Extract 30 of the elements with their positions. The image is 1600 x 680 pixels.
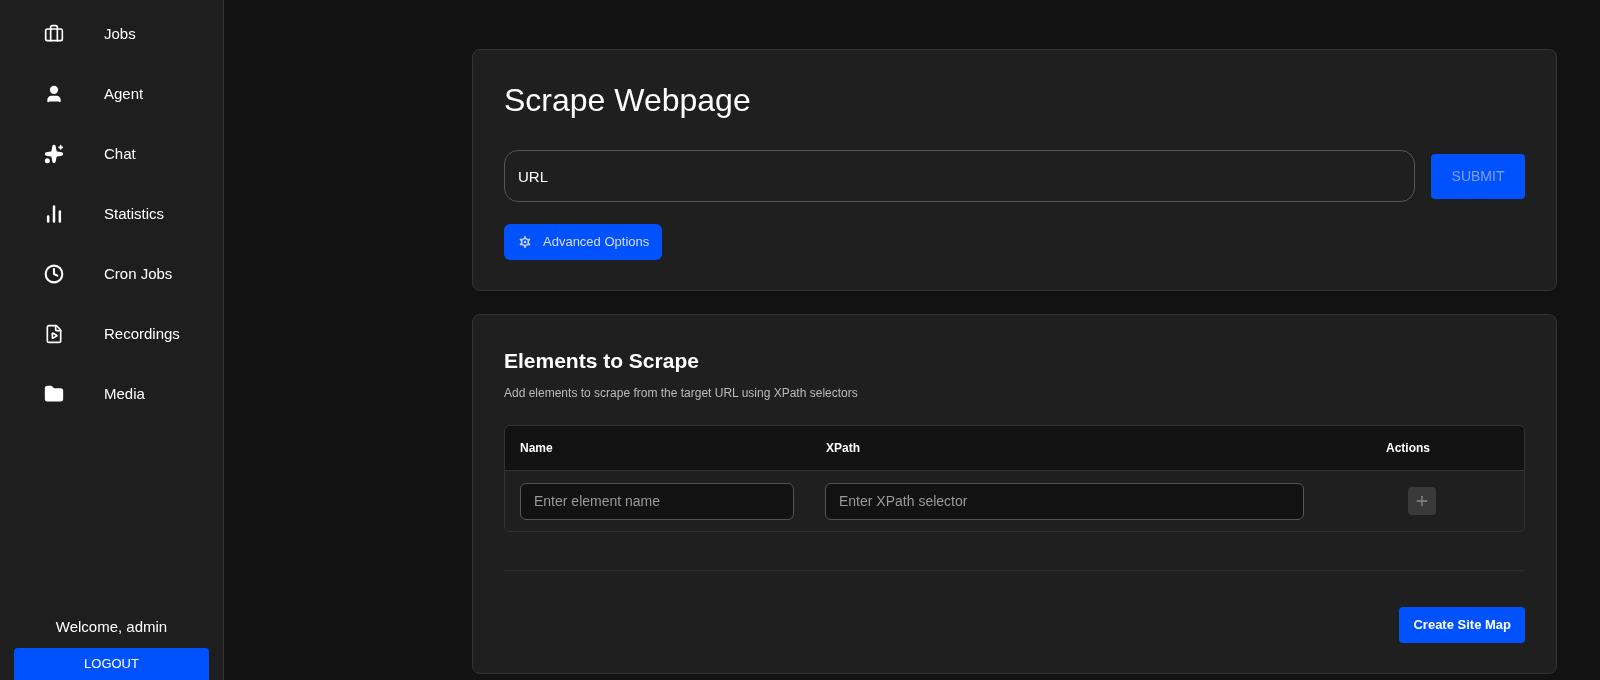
logout-button[interactable]: LOGOUT	[14, 648, 209, 680]
person-icon	[44, 84, 64, 104]
card-title: Scrape Webpage	[504, 81, 752, 120]
clock-icon	[44, 264, 64, 284]
sidebar-item[interactable]: Recordings	[0, 307, 223, 361]
briefcase-icon	[44, 24, 64, 44]
section-title: Elements to Scrape	[504, 348, 700, 374]
sidebar-item[interactable]: Jobs	[0, 7, 223, 61]
column-header: XPath	[826, 440, 861, 457]
sidebar-item[interactable]: Chat	[0, 127, 223, 181]
xpath-field[interactable]: Enter XPath selector	[825, 482, 1304, 520]
url-input-field[interactable]: URL	[504, 150, 1415, 202]
element-name-field[interactable]: Enter element name	[520, 482, 794, 520]
sidebar-item[interactable]: Cron Jobs	[0, 247, 223, 301]
sidebar-item[interactable]: Media	[0, 367, 223, 421]
column-header: Name	[520, 440, 554, 457]
advanced-options-button[interactable]: Advanced Options	[504, 224, 663, 260]
column-header: Actions	[1386, 440, 1430, 457]
folder-icon	[44, 384, 64, 404]
create-site-map-button[interactable]: Create Site Map	[1399, 607, 1525, 643]
file-icon	[44, 324, 64, 344]
bar-chart-icon	[44, 204, 64, 224]
plus-icon	[1414, 493, 1430, 509]
sparkles-icon	[44, 144, 64, 164]
sidebar-item[interactable]: Statistics	[0, 187, 223, 241]
add-button[interactable]	[1408, 487, 1436, 515]
section-subtitle: Add elements to scrape from the target URL using XPath selectors	[504, 385, 859, 402]
welcome-text: Welcome, admin	[55, 616, 168, 637]
gear-icon	[517, 234, 533, 250]
sidebar-item[interactable]: Agent	[0, 67, 223, 121]
